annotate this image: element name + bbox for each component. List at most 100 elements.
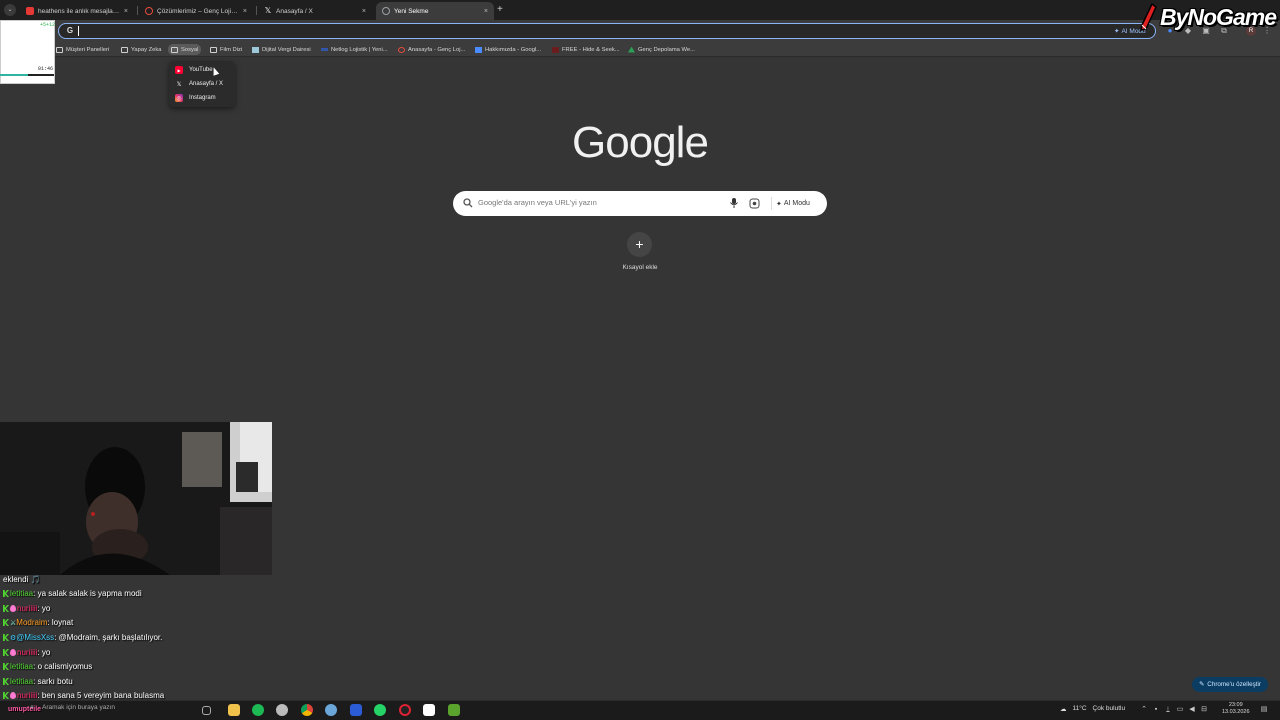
bookmark-label: Netlog Lojistik | Yeni... <box>331 46 388 53</box>
file-explorer-icon[interactable] <box>228 704 240 716</box>
close-icon[interactable]: × <box>362 8 366 15</box>
search-input[interactable]: Google'da arayın veya URL'yi yazın <box>478 198 597 207</box>
spotify-icon[interactable] <box>252 704 264 716</box>
taskbar-clock[interactable]: 23:09 13.03.2026 <box>1222 702 1250 716</box>
close-icon[interactable]: × <box>243 8 247 15</box>
close-icon[interactable]: × <box>124 8 128 15</box>
network-icon[interactable]: ▭ <box>1176 706 1184 714</box>
microphone-icon[interactable] <box>729 197 739 209</box>
bookmark-hakkimizda[interactable]: Hakkımızda - Googl... <box>472 44 544 55</box>
chat-username: nuriiiii <box>17 604 38 613</box>
chat-text: : ya salak salak is yapma modi <box>33 589 142 598</box>
minecraft-icon[interactable] <box>448 704 460 716</box>
sparkle-search-icon: ✦ <box>776 200 782 208</box>
notification-icon[interactable]: ▤ <box>1260 706 1268 714</box>
chat-message: eklendi 🎵 <box>3 575 41 584</box>
bookmark-anasayfa-genc[interactable]: Anasayfa - Genç Loj... <box>395 44 468 55</box>
bookmark-film-dizi[interactable]: Film Dizi <box>207 44 245 55</box>
weather-desc: Çok bulutlu <box>1092 705 1126 712</box>
genc-lojistik-favicon-icon <box>145 7 153 15</box>
record-app-icon[interactable] <box>399 704 411 716</box>
tab-yeni-sekme[interactable]: Yeni Sekme × <box>376 2 494 20</box>
bynogame-watermark: ByNoGame <box>1138 0 1280 34</box>
chat-text: eklendi 🎵 <box>3 575 41 584</box>
ai-mode-button[interactable]: ✦ AI Modu <box>771 197 814 210</box>
menu-item-label: Instagram <box>189 95 216 101</box>
chrome-icon[interactable] <box>301 704 313 716</box>
bookmark-netlog[interactable]: Netlog Lojistik | Yeni... <box>318 44 391 55</box>
chat-username: letitiaa <box>10 677 34 686</box>
add-shortcut-button[interactable]: + <box>627 232 652 257</box>
chat-text: : loynat <box>47 618 74 627</box>
google-logo: Google <box>572 118 709 167</box>
weather-widget[interactable]: ☁ 11°C Çok bulutlu <box>1060 705 1125 713</box>
tab-cozumlerimiz[interactable]: Çözümlerimiz – Genç Lojistik × <box>139 2 253 20</box>
chat-username: letitiaa <box>10 662 34 671</box>
heart-badge-icon <box>10 605 16 612</box>
tab-search-button[interactable]: ⌄ <box>4 4 16 16</box>
weather-icon: ☁ <box>1060 706 1067 713</box>
chat-text: : yo <box>37 648 51 657</box>
folder-icon <box>171 46 178 53</box>
bookmark-sosyal[interactable]: Sosyal <box>168 44 202 55</box>
kick-badge-icon <box>3 649 9 656</box>
youtube-icon: ▶ <box>175 66 183 74</box>
kick-badge-icon <box>3 678 9 685</box>
bookmark-dijital-vergi[interactable]: Dijital Vergi Dairesi <box>249 44 314 55</box>
kick-badge-icon <box>3 605 9 612</box>
bynogame-logo-icon <box>1140 3 1157 31</box>
instagram-icon: ◎ <box>175 94 183 102</box>
obs-icon[interactable] <box>276 704 288 716</box>
netlog-icon <box>321 48 328 51</box>
menu-item-youtube[interactable]: ▶ YouTube <box>175 64 213 76</box>
usb-icon[interactable]: ⍊ <box>1164 706 1172 714</box>
google-lens-icon[interactable] <box>749 198 760 209</box>
genc-lojistik-icon <box>398 46 405 53</box>
address-bar[interactable] <box>58 23 1156 39</box>
capcut-icon[interactable] <box>423 704 435 716</box>
volume-icon[interactable]: ◀ <box>1188 706 1196 714</box>
chrome-icon <box>382 7 390 15</box>
sparkle-search-icon: ✦ <box>1114 28 1120 35</box>
settings-icon[interactable] <box>325 704 337 716</box>
bookmark-label: Genç Depolama We... <box>638 46 695 53</box>
taskbar-search-icon[interactable]: ⌕ <box>30 704 34 712</box>
bookmark-label: Hakkımızda - Googl... <box>485 46 542 53</box>
bookmark-free-hide-seek[interactable]: FREE - Hide & Seek... <box>549 44 623 55</box>
kick-badge-icon <box>3 692 9 699</box>
tray-app-icon[interactable]: ▪ <box>1152 706 1160 714</box>
tab-anasayfa-x[interactable]: 𝕏 Anasayfa / X × <box>258 2 372 20</box>
task-view-icon[interactable] <box>202 706 211 715</box>
pencil-icon: ✎ <box>1199 681 1205 688</box>
heart-badge-icon <box>10 692 16 699</box>
app-blue-icon[interactable] <box>350 704 362 716</box>
taskbar-search-input[interactable]: Aramak için buraya yazın <box>42 704 115 711</box>
ai-mode-label: AI Modu <box>783 200 810 207</box>
tab-title: heathens ile anlık mesajlaşma <box>38 7 120 15</box>
heart-badge-icon <box>10 649 16 656</box>
chat-text: : @Modraim, şarkı başlatılıyor. <box>54 633 163 642</box>
docs-icon <box>475 46 482 53</box>
chevron-up-icon[interactable]: ⌃ <box>1140 706 1148 714</box>
new-tab-button[interactable]: + <box>497 4 503 15</box>
chat-message: nuriiiii: yo <box>3 604 50 613</box>
whatsapp-icon[interactable] <box>374 704 386 716</box>
webcam-feed <box>0 422 272 575</box>
bookmark-musteri-panelleri[interactable]: Müşteri Panelleri <box>53 44 112 55</box>
bookmark-genc-depolama[interactable]: Genç Depolama We... <box>625 44 698 55</box>
brand-text: ByNoGame <box>1160 3 1277 30</box>
menu-item-instagram[interactable]: ◎ Instagram <box>175 92 216 104</box>
x-logo-icon: 𝕏 <box>176 81 182 88</box>
tab-heathens[interactable]: heathens ile anlık mesajlaşma × <box>20 2 134 20</box>
close-icon[interactable]: × <box>484 8 488 15</box>
customize-chrome-button[interactable]: ✎ Chrome'u özelleştir <box>1192 677 1268 692</box>
clock-time: 23:09 <box>1228 702 1243 708</box>
language-icon[interactable]: ⊟ <box>1200 706 1208 714</box>
chat-username: letitiaa <box>10 589 34 598</box>
menu-item-anasayfa-x[interactable]: 𝕏 Anasayfa / X <box>175 78 223 90</box>
bookmark-yapay-zeka[interactable]: Yapay Zeka <box>118 44 165 55</box>
bookmark-label: Dijital Vergi Dairesi <box>262 46 311 53</box>
game-icon <box>552 46 559 53</box>
customize-chrome-label: Chrome'u özelleştir <box>1207 681 1261 688</box>
bookmark-label: Film Dizi <box>220 46 243 53</box>
